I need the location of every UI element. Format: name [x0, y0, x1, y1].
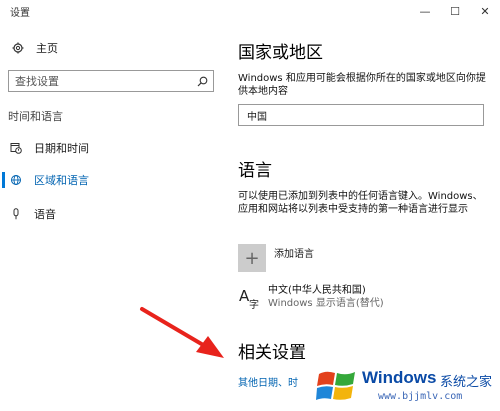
country-heading: 国家或地区 — [238, 43, 323, 63]
related-settings-heading: 相关设置 — [238, 343, 306, 363]
sidebar-home-label: 主页 — [36, 42, 58, 55]
plus-icon: + — [238, 244, 266, 272]
section-label: 时间和语言 — [8, 110, 63, 123]
other-date-time-link[interactable]: 其他日期、时 — [238, 374, 298, 389]
language-a-icon: A 字 — [239, 287, 259, 310]
watermark-brand-cn: 系统之家 — [440, 375, 493, 390]
minimize-button[interactable]: — — [410, 0, 440, 22]
language-description: 可以使用已添加到列表中的任何语言键入。Windows、应用和网站将以列表中受支持… — [238, 191, 483, 215]
search-input[interactable]: 查找设置 — [8, 70, 214, 92]
sidebar-item-label: 语音 — [34, 208, 56, 221]
svg-text:字: 字 — [249, 298, 259, 310]
sidebar-item-date-time[interactable]: 日期和时间 — [0, 136, 222, 160]
close-button[interactable]: ✕ — [470, 0, 500, 22]
maximize-button[interactable]: ☐ — [440, 0, 470, 22]
country-select[interactable]: 中国 — [238, 104, 484, 126]
main-content: 国家或地区 Windows 和应用可能会根据你所在的国家或地区向你提供本地内容 … — [222, 22, 500, 411]
gear-icon — [12, 42, 24, 54]
microphone-icon — [10, 208, 30, 220]
sidebar-item-label: 日期和时间 — [34, 142, 89, 155]
watermark-brand: Windows — [362, 368, 437, 387]
watermark: Windows 系统之家 www.bjjmlv.com — [312, 362, 500, 411]
region-language-icon — [10, 174, 30, 186]
search-icon[interactable] — [191, 76, 213, 87]
calendar-clock-icon — [10, 142, 30, 154]
country-value: 中国 — [247, 111, 267, 123]
sidebar-item-label: 区域和语言 — [34, 174, 89, 187]
language-name: 中文(中华人民共和国) — [268, 285, 366, 296]
windows-logo-icon — [316, 371, 355, 400]
language-heading: 语言 — [238, 161, 272, 181]
sidebar: 主页 查找设置 时间和语言 日期和时间 区域和语言 语音 — [0, 22, 222, 411]
search-placeholder: 查找设置 — [15, 75, 59, 88]
add-language-button[interactable]: + 添加语言 — [238, 244, 314, 272]
add-language-label: 添加语言 — [274, 248, 314, 260]
language-item[interactable]: A 字 中文(中华人民共和国) Windows 显示语言(替代) — [238, 284, 384, 310]
watermark-url: www.bjjmlv.com — [378, 391, 463, 402]
sidebar-home[interactable]: 主页 — [12, 40, 58, 56]
language-status: Windows 显示语言(替代) — [268, 298, 384, 309]
window-controls: — ☐ ✕ — [410, 0, 500, 22]
country-description: Windows 和应用可能会根据你所在的国家或地区向你提供本地内容 — [238, 73, 486, 97]
title-bar: 设置 — ☐ ✕ — [0, 0, 500, 22]
sidebar-item-region-language[interactable]: 区域和语言 — [0, 168, 222, 192]
window-title: 设置 — [10, 7, 30, 19]
sidebar-item-speech[interactable]: 语音 — [0, 202, 222, 226]
